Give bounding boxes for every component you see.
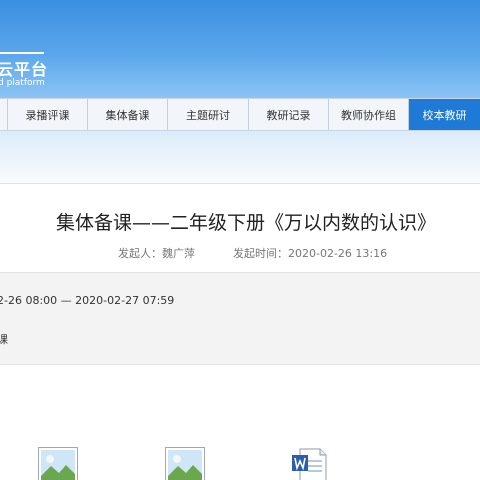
attachment-word-document[interactable]	[290, 447, 330, 480]
site-logo-title[interactable]: 云平台	[0, 56, 48, 80]
section-divider	[0, 183, 480, 184]
activity-type: 课	[0, 333, 8, 346]
nav-item-jiaoshi-xiezuozu[interactable]: 教师协作组	[329, 99, 409, 130]
nav-item-xiaoben-jiaoyan[interactable]: 校本教研	[409, 99, 480, 130]
image-file-icon	[165, 447, 205, 480]
nav-left-edge	[0, 99, 8, 130]
attachment-image-1[interactable]	[38, 447, 78, 480]
page-title: 集体备课——二年级下册《万以内数的认识》	[56, 212, 437, 234]
site-logo-subtitle: d platform	[0, 78, 45, 88]
activity-period: 2-26 08:00 — 2020-02-27 07:59	[0, 294, 175, 307]
image-file-icon	[38, 447, 78, 480]
nav-item-zhuti-yantao[interactable]: 主题研讨	[168, 99, 249, 130]
logo-divider	[0, 52, 44, 54]
nav-item-jiaoyan-jilu[interactable]: 教研记录	[249, 99, 329, 130]
word-document-icon	[290, 447, 328, 480]
nav-item-lubo-pingke[interactable]: 录播评课	[8, 99, 88, 130]
sub-banner	[0, 131, 480, 183]
activity-info-box	[0, 272, 480, 365]
start-time-label: 发起时间：2020-02-26 13:16	[233, 247, 388, 260]
site-header: 云平台 d platform	[0, 0, 480, 98]
nav-item-jiti-beike[interactable]: 集体备课	[88, 99, 168, 130]
main-nav: 录播评课 集体备课 主题研讨 教研记录 教师协作组 校本教研	[0, 98, 480, 131]
attachment-image-2[interactable]	[165, 447, 205, 480]
sponsor-label: 发起人：魏广萍	[118, 247, 195, 260]
